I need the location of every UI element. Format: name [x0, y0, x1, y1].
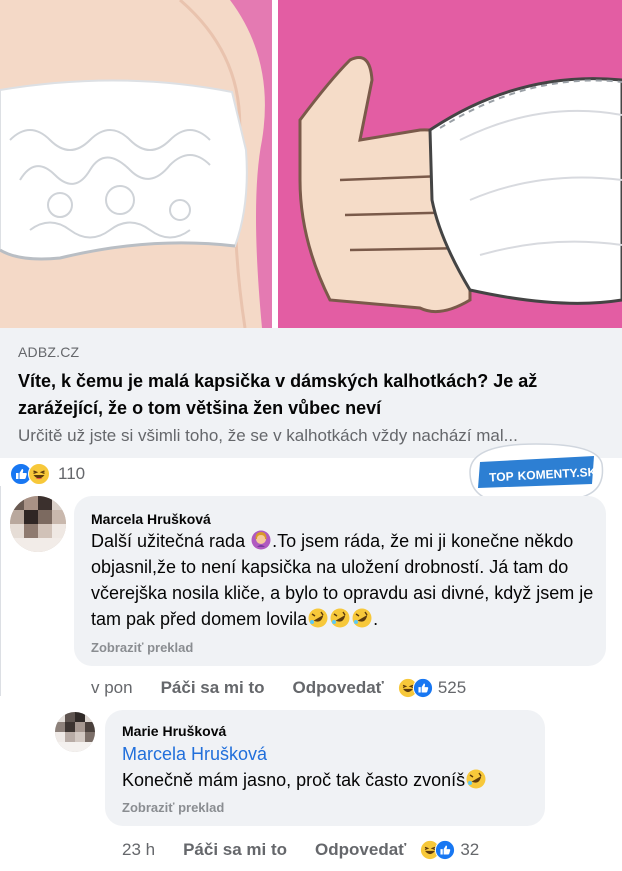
- reply-button[interactable]: Odpovedať: [293, 678, 384, 698]
- rofl-emoji-icon: [308, 608, 328, 628]
- avatar[interactable]: [10, 496, 66, 552]
- comment-reactions[interactable]: [420, 840, 460, 860]
- like-icon: [435, 840, 456, 860]
- comment-reaction-count: 525: [437, 678, 467, 697]
- woman-emoji-icon: [251, 530, 271, 550]
- haha-icon: [28, 463, 50, 485]
- reply-button[interactable]: Odpovedať: [315, 840, 406, 860]
- link-title[interactable]: Víte, k čemu je malá kapsička v dámských…: [18, 368, 604, 422]
- thread-line: [0, 486, 1, 696]
- comment-reaction-count: 32: [460, 840, 480, 859]
- comment-author[interactable]: Marcela Hrušková: [91, 511, 211, 527]
- post-reactions[interactable]: 110: [10, 462, 85, 486]
- comment-text: Konečně mám jasno, proč tak často zvoníš: [122, 767, 542, 793]
- rofl-emoji-icon: [466, 769, 486, 789]
- comment-bubble: Marcela Hrušková Další užitečná rada .To…: [74, 496, 606, 666]
- link-preview-meta[interactable]: ADBZ.CZ Víte, k čemu je malá kapsička v …: [0, 328, 622, 458]
- mention-link[interactable]: Marcela Hrušková: [122, 741, 267, 767]
- see-translation-link[interactable]: Zobraziť preklad: [122, 800, 224, 815]
- link-domain: ADBZ.CZ: [18, 344, 80, 360]
- comment-time[interactable]: v pon: [91, 678, 133, 698]
- like-icon: [412, 678, 433, 698]
- comment-actions: v pon Páči sa mi to Odpovedať 525: [91, 678, 466, 698]
- reply-bubble: Marie Hrušková Marcela Hrušková Konečně …: [105, 710, 545, 826]
- see-translation-link[interactable]: Zobraziť preklad: [91, 640, 193, 655]
- rofl-emoji-icon: [330, 608, 350, 628]
- comment-author[interactable]: Marie Hrušková: [122, 723, 226, 739]
- link-preview-image[interactable]: [0, 0, 622, 328]
- comment-reactions[interactable]: [397, 678, 438, 698]
- reply-actions: 23 h Páči sa mi to Odpovedať 32: [122, 840, 479, 860]
- rofl-emoji-icon: [352, 608, 372, 628]
- like-button[interactable]: Páči sa mi to: [161, 678, 265, 698]
- comment-text: Další užitečná rada .To jsem ráda, že mi…: [91, 530, 594, 629]
- reaction-count: 110: [58, 464, 86, 483]
- like-button[interactable]: Páči sa mi to: [183, 840, 287, 860]
- comment-time[interactable]: 23 h: [122, 840, 155, 860]
- avatar[interactable]: [55, 712, 95, 752]
